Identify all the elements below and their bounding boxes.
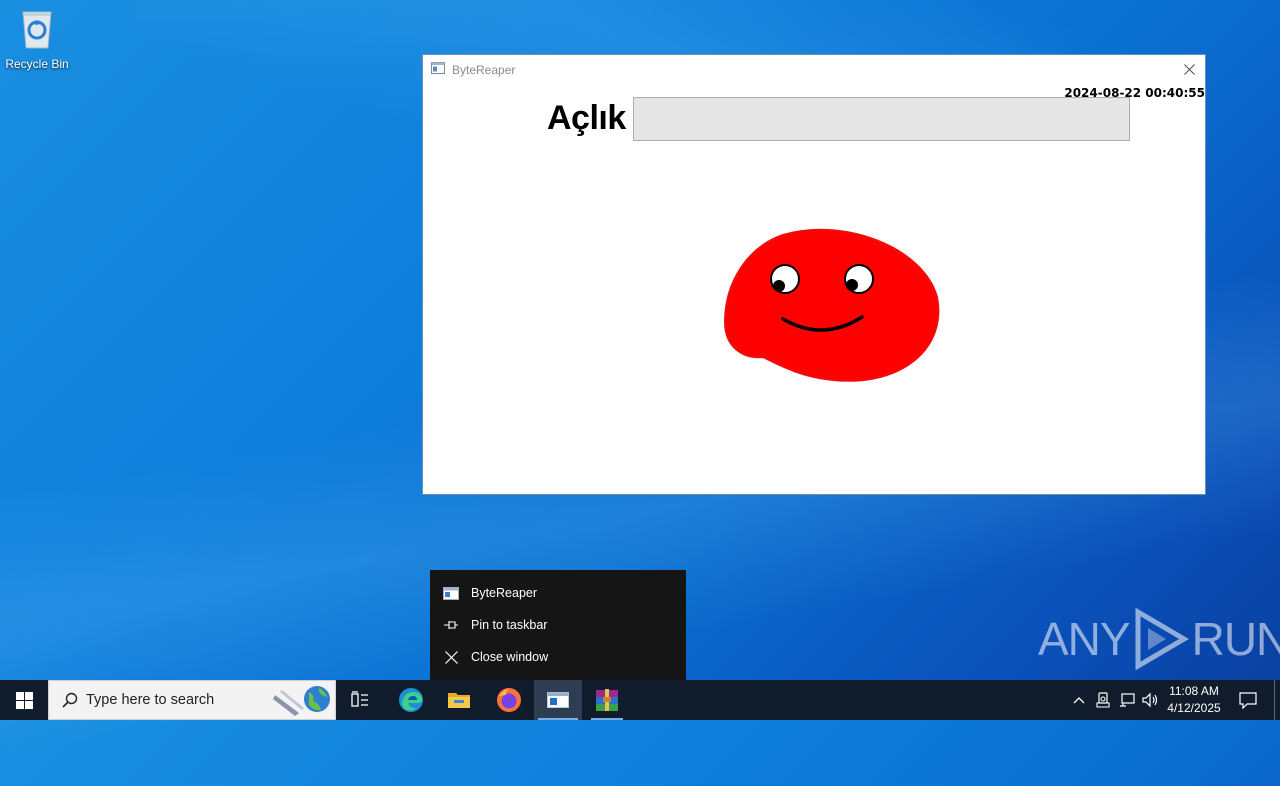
taskbar-winrar-button[interactable] — [585, 680, 629, 720]
windows-logo-icon — [15, 691, 33, 709]
jumplist-item-pin[interactable]: Pin to taskbar — [430, 610, 686, 640]
watermark-text-left: ANY — [1038, 613, 1131, 665]
close-icon — [443, 649, 459, 665]
clock-time: 11:08 AM — [1169, 684, 1219, 698]
taskbar-clock[interactable]: 11:08 AM 4/12/2025 — [1162, 680, 1226, 720]
pet-body — [723, 228, 940, 382]
jumplist-item-bytereaper[interactable]: ByteReaper — [430, 578, 686, 608]
anyrun-watermark: ANY RUN — [1038, 608, 1280, 670]
start-button[interactable] — [0, 680, 48, 720]
task-view-button[interactable] — [338, 680, 382, 720]
search-icon — [62, 692, 78, 708]
winrar-archive-icon — [596, 689, 618, 711]
show-desktop-button[interactable] — [1274, 680, 1280, 720]
hunger-progress-bar — [633, 97, 1130, 141]
folder-icon — [448, 693, 470, 708]
jumplist-item-label: ByteReaper — [471, 586, 538, 600]
taskbar-bytereaper-button[interactable] — [534, 680, 582, 720]
app-window-icon — [547, 692, 569, 708]
red-blob-pet[interactable] — [723, 227, 943, 387]
hunger-label: Açlık — [547, 99, 626, 137]
pet-right-pupil — [846, 279, 858, 291]
edge-browser-icon — [399, 688, 423, 712]
volume-icon — [1142, 692, 1158, 708]
bytereaper-window[interactable]: ByteReaper 2024-08-22 00:40:55 Açlık — [422, 54, 1206, 495]
close-icon — [1183, 63, 1195, 75]
window-close-button[interactable] — [1173, 55, 1205, 83]
taskbar-jump-list: ByteReaper Pin to taskbar Close window — [430, 570, 686, 680]
tray-network-button[interactable] — [1116, 680, 1138, 720]
taskbar-search-box[interactable]: Type here to search — [48, 680, 336, 720]
firefox-icon — [497, 688, 521, 712]
task-view-icon — [351, 691, 368, 707]
tray-device-button[interactable] — [1092, 680, 1114, 720]
recycle-bin-icon — [22, 11, 52, 49]
notification-icon — [1239, 691, 1257, 709]
search-highlight-globe-icon — [273, 686, 330, 716]
pet-left-pupil — [773, 280, 785, 292]
jumplist-item-label: Close window — [471, 650, 549, 664]
network-icon — [1120, 693, 1135, 707]
recycle-bin-label: Recycle Bin — [5, 57, 69, 71]
taskbar-firefox-button[interactable] — [487, 680, 531, 720]
pin-icon — [443, 617, 459, 633]
jumplist-item-close[interactable]: Close window — [430, 642, 686, 672]
tray-volume-button[interactable] — [1140, 680, 1162, 720]
device-icon — [1096, 692, 1110, 708]
window-titlebar[interactable]: ByteReaper — [423, 55, 1205, 83]
search-placeholder: Type here to search — [86, 692, 215, 708]
app-window-icon — [431, 62, 445, 74]
action-center-button[interactable] — [1234, 680, 1262, 720]
play-logo-icon — [1135, 608, 1189, 670]
watermark-text-right: RUN — [1191, 613, 1280, 665]
taskbar: Type here to search 11:08 AM 4/12/2025 — [0, 680, 1280, 720]
taskbar-file-explorer-button[interactable] — [437, 680, 481, 720]
app-window-icon — [443, 585, 459, 601]
window-title: ByteReaper — [452, 63, 516, 77]
show-hidden-icons-button[interactable] — [1068, 680, 1090, 720]
desktop-icon-recycle-bin[interactable]: Recycle Bin — [4, 6, 70, 71]
jumplist-item-label: Pin to taskbar — [471, 618, 548, 632]
taskbar-edge-button[interactable] — [389, 680, 433, 720]
chevron-up-icon — [1073, 697, 1085, 704]
clock-date: 4/12/2025 — [1167, 701, 1221, 715]
